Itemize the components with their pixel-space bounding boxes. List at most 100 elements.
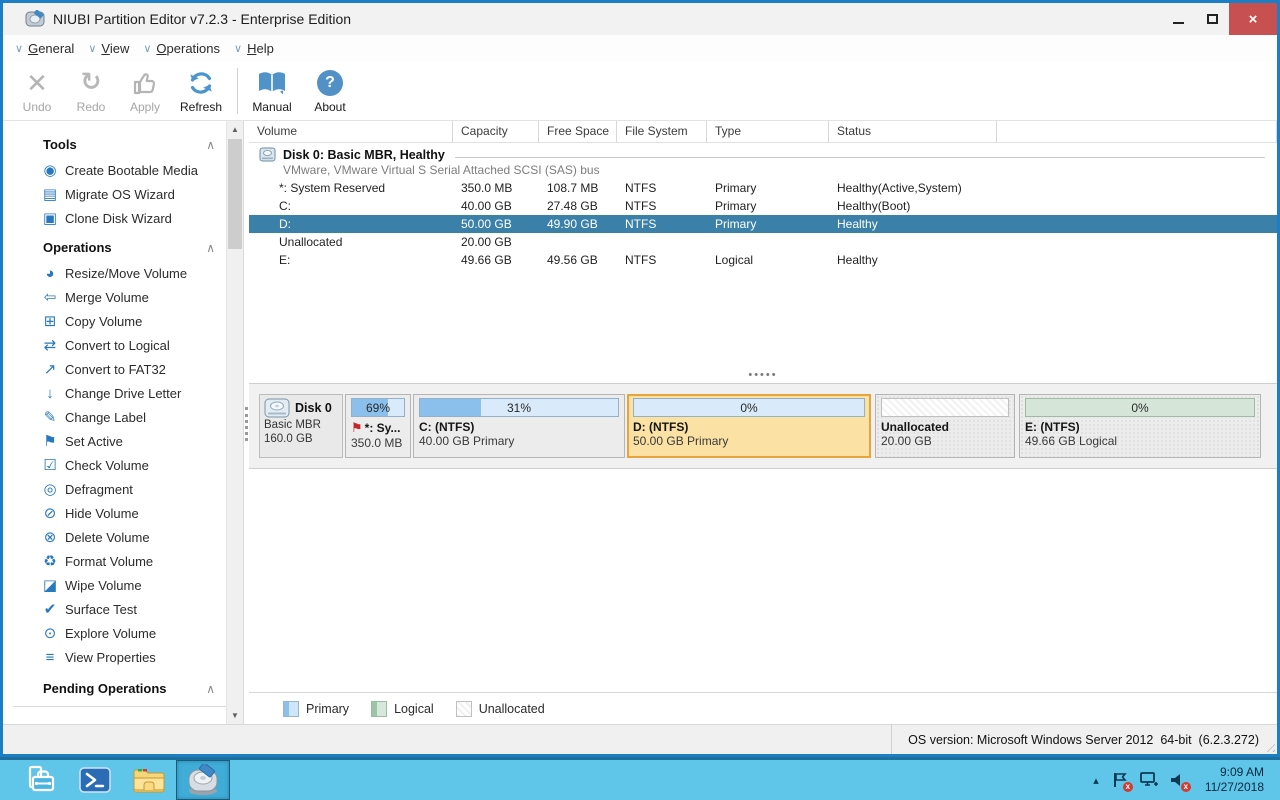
column-status[interactable]: Status [829,121,997,142]
undo-icon: ✕ [26,67,48,98]
disk-icon [259,147,276,162]
volume-muted-icon[interactable]: x [1169,771,1191,792]
sidebar-scrollbar[interactable]: ▲ ▼ [226,121,243,724]
column-free-space[interactable]: Free Space [539,121,617,142]
column-volume[interactable]: Volume [249,121,453,142]
collapse-icon: ∧ [206,137,215,152]
menu-help[interactable]: ∨ Help [234,41,274,56]
usage-bar: 31% [419,398,619,417]
taskbar-server-manager-button[interactable] [14,760,68,800]
menu-general[interactable]: ∨ General [15,41,74,56]
redo-button[interactable]: ↻ Redo [65,63,117,119]
pending-operations-list [13,706,243,732]
chevron-down-icon: ∨ [143,42,152,55]
section-tools[interactable]: Tools ∧ [3,131,243,158]
column-file-system[interactable]: File System [617,121,707,142]
sidebar-item-clone-disk-wizard[interactable]: ▣ Clone Disk Wizard [3,206,243,230]
question-icon: ? [317,69,343,96]
pencil-icon: ✎ [43,409,57,426]
column-capacity[interactable]: Capacity [453,121,539,142]
sidebar-item-copy-volume[interactable]: ⊞ Copy Volume [3,309,243,333]
sidebar-item-surface-test[interactable]: ✔ Surface Test [3,597,243,621]
resize-move-icon: ◕ [45,264,55,282]
partition-block-c[interactable]: 31% C: (NTFS) 40.00 GB Primary [413,394,625,458]
window-title: NIUBI Partition Editor v7.2.3 - Enterpri… [53,11,352,27]
about-button[interactable]: ? About [302,63,358,119]
copy-icon: ⊞ [43,313,57,330]
taskbar-powershell-button[interactable] [68,760,122,800]
column-type[interactable]: Type [707,121,829,142]
apply-button[interactable]: Apply [119,63,171,119]
table-row-system-reserved[interactable]: *: System Reserved 350.0 MB 108.7 MB NTF… [249,179,1277,197]
sidebar-item-change-label[interactable]: ✎ Change Label [3,405,243,429]
maximize-button[interactable] [1195,3,1229,35]
minimize-button[interactable] [1161,3,1195,35]
clone-disk-icon: ▣ [42,210,58,227]
hide-icon: ⊘ [43,505,57,522]
primary-swatch-icon [283,700,299,717]
book-icon [257,68,287,98]
scroll-down-icon[interactable]: ▼ [227,707,243,724]
partition-block-e[interactable]: 0% E: (NTFS) 49.66 GB Logical [1019,394,1261,458]
scroll-up-icon[interactable]: ▲ [227,121,243,138]
sidebar-item-hide-volume[interactable]: ⊘ Hide Volume [3,501,243,525]
sidebar-item-convert-to-fat32[interactable]: ↗ Convert to FAT32 [3,357,243,381]
hidden-icons-chevron[interactable]: ▴ [1093,774,1099,787]
taskbar-niubi-button[interactable] [176,760,230,800]
thumbs-up-icon [132,68,158,98]
sidebar-item-migrate-os-wizard[interactable]: ▤ Migrate OS Wizard [3,182,243,206]
bootable-media-icon: ◉ [43,162,57,179]
sidebar-item-convert-to-logical[interactable]: ⇄ Convert to Logical [3,333,243,357]
sidebar-item-wipe-volume[interactable]: ◪ Wipe Volume [3,573,243,597]
sidebar-item-defragment[interactable]: ◎ Defragment [3,477,243,501]
taskbar-file-explorer-button[interactable] [122,760,176,800]
network-icon[interactable] [1139,771,1159,789]
manual-button[interactable]: Manual [244,63,300,119]
menu-operations[interactable]: ∨ Operations [143,41,220,56]
drive-letter-icon: ↓ [46,384,54,402]
sidebar-item-set-active[interactable]: ⚑ Set Active [3,429,243,453]
sidebar-item-create-bootable-media[interactable]: ◉ Create Bootable Media [3,158,243,182]
undo-button[interactable]: ✕ Undo [11,63,63,119]
toolbar: ✕ Undo ↻ Redo Apply Refresh Manual ? Abo… [3,61,1277,121]
partition-block-system-reserved[interactable]: 69% ⚑ *: Sy... 350.0 MB [345,394,411,458]
sidebar-item-merge-volume[interactable]: ⇦ Merge Volume [3,285,243,309]
sidebar-item-check-volume[interactable]: ☑ Check Volume [3,453,243,477]
table-row-c[interactable]: C: 40.00 GB 27.48 GB NTFS Primary Health… [249,197,1277,215]
app-icon [25,10,45,27]
usage-bar: 0% [1025,398,1255,417]
section-operations[interactable]: Operations ∧ [3,234,243,261]
disk-group-header[interactable]: Disk 0: Basic MBR, Healthy VMware, VMwar… [249,143,1277,179]
chevron-down-icon: ∨ [88,42,97,55]
table-row-unallocated[interactable]: Unallocated 20.00 GB [249,233,1277,251]
sidebar-item-format-volume[interactable]: ♻ Format Volume [3,549,243,573]
horizontal-splitter[interactable]: ••••• [249,370,1277,383]
scrollbar-thumb[interactable] [228,139,242,249]
sidebar-item-explore-volume[interactable]: ⊙ Explore Volume [3,621,243,645]
partition-block-d-selected[interactable]: 0% D: (NTFS) 50.00 GB Primary [627,394,871,458]
sidebar-item-view-properties[interactable]: ≡ View Properties [3,645,243,669]
legend-primary: Primary [283,700,349,717]
vertical-splitter[interactable] [243,121,249,724]
refresh-button[interactable]: Refresh [173,63,229,119]
sidebar-item-delete-volume[interactable]: ⊗ Delete Volume [3,525,243,549]
sidebar-item-resize-move-volume[interactable]: ◕ Resize/Move Volume [3,261,243,285]
taskbar-clock[interactable]: 9:09 AM 11/27/2018 [1205,765,1270,795]
properties-icon: ≡ [45,648,55,666]
legend-logical: Logical [371,700,434,717]
flag-icon: ⚑ [43,433,57,450]
disk-map-disk-info[interactable]: Disk 0 Basic MBR 160.0 GB [259,394,343,458]
close-button[interactable]: × [1229,3,1277,35]
section-pending-operations[interactable]: Pending Operations ∧ [3,675,243,702]
table-row-e[interactable]: E: 49.66 GB 49.56 GB NTFS Logical Health… [249,251,1277,269]
eraser-icon: ◪ [42,577,58,594]
sidebar-item-change-drive-letter[interactable]: ↓ Change Drive Letter [3,381,243,405]
system-tray: ▴ x x 9:09 AM 11/27/2018 [1093,760,1280,800]
toolbar-separator [237,67,238,114]
action-center-flag-icon[interactable]: x [1111,771,1133,792]
partition-block-unallocated[interactable]: Unallocated 20.00 GB [875,394,1015,458]
unallocated-swatch-icon [455,700,472,717]
menu-view[interactable]: ∨ View [88,41,129,56]
table-row-d-selected[interactable]: D: 50.00 GB 49.90 GB NTFS Primary Health… [249,215,1277,233]
